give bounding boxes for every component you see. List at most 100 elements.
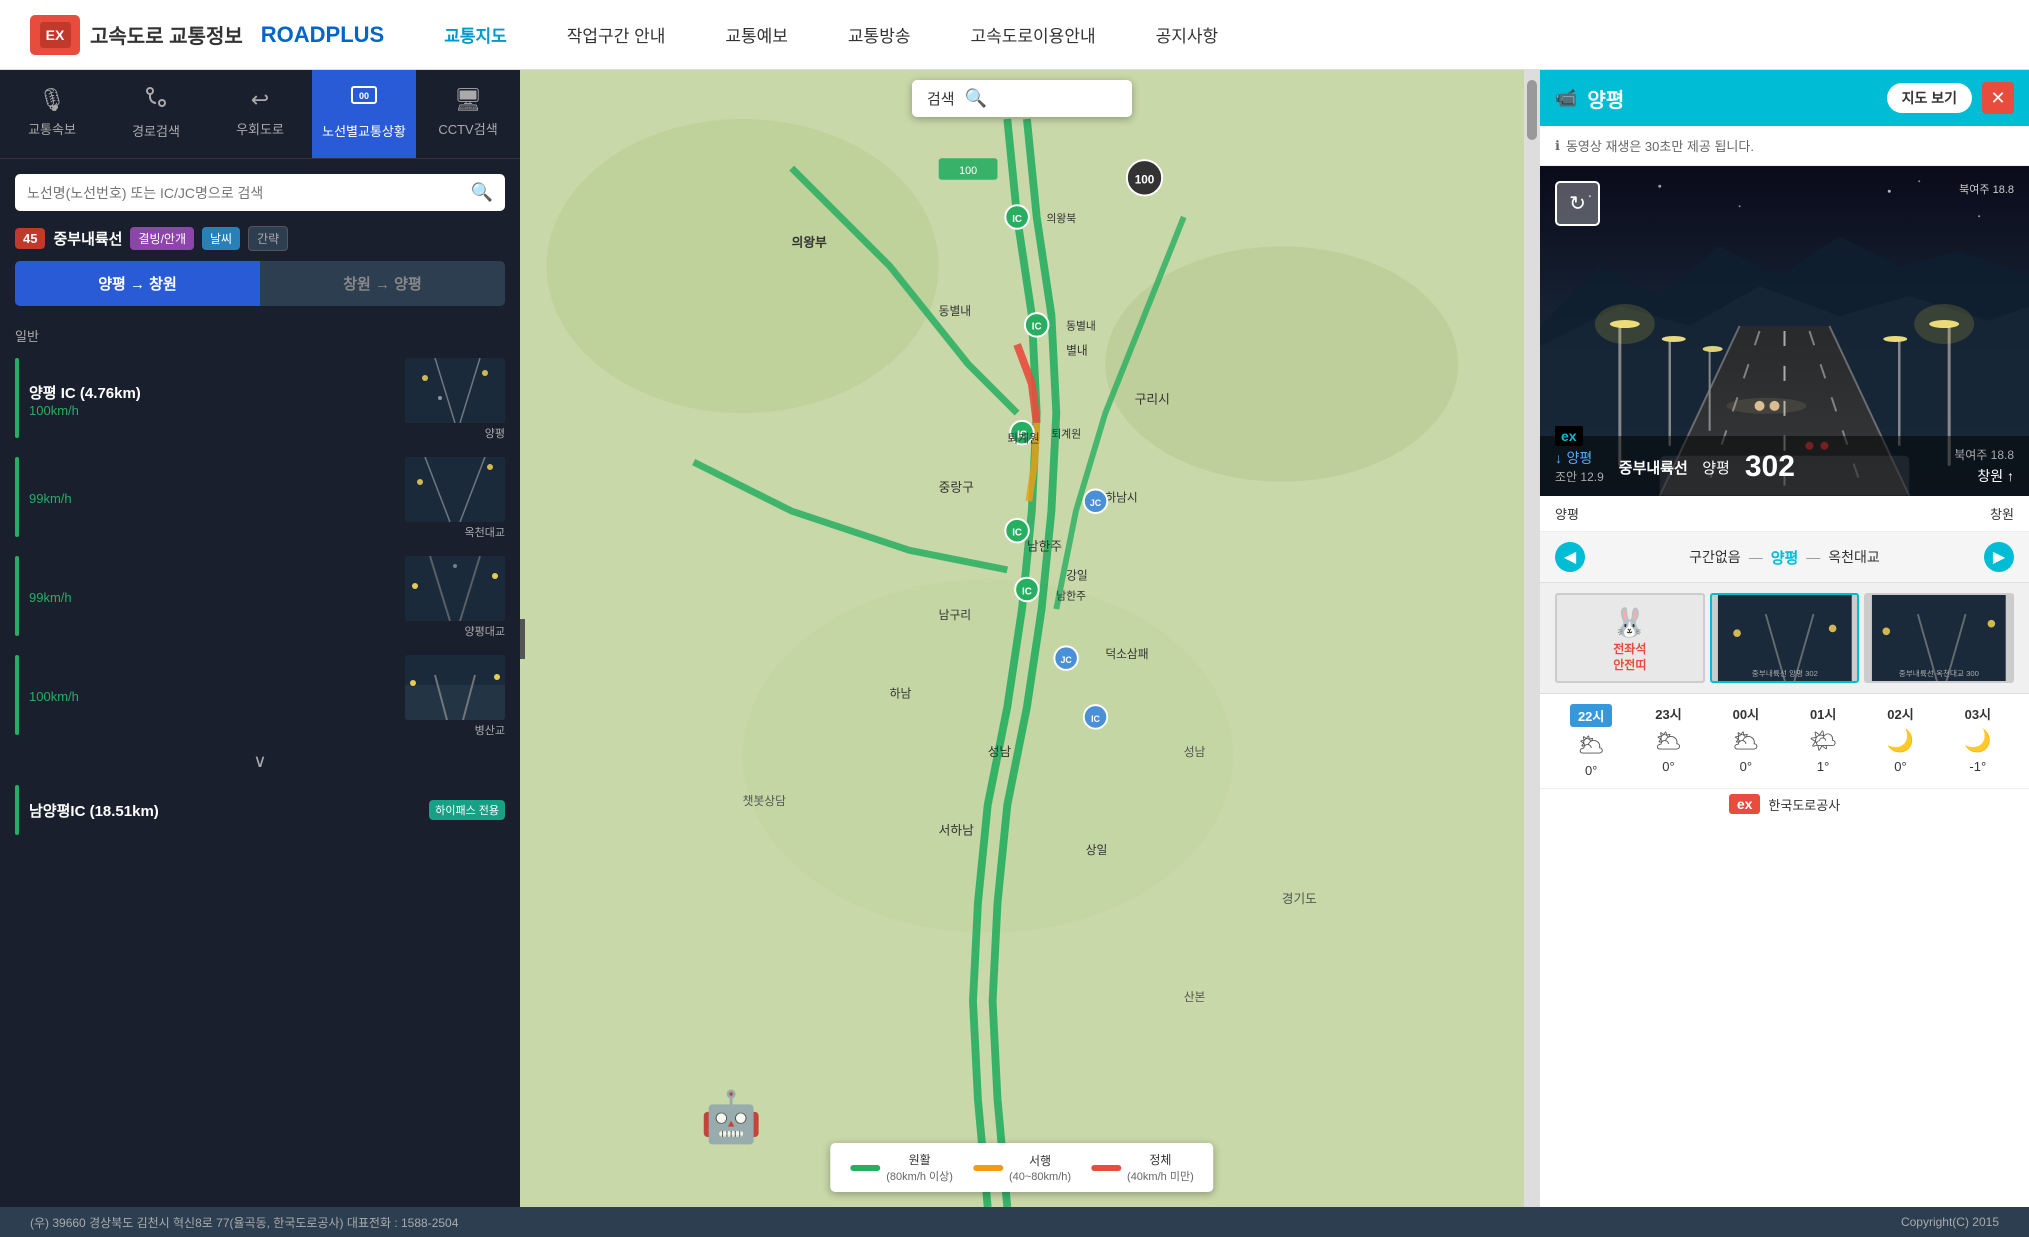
tab-cctv-label: CCTV검색 [438,119,497,138]
svg-text:서하남: 서하남 [939,823,974,838]
legend-congested: 정체(40km/h 미만) [1091,1151,1194,1184]
sidebar: 🎙 교통속보 경로검색 ↩ 우회도로 [0,70,520,1207]
svg-text:EX: EX [45,27,64,43]
video-background: ↻ 북여주 18.8 ↓ 양평 조안 12.9 [1540,166,2029,496]
tag-simple[interactable]: 간략 [248,226,288,251]
cctv-close-button[interactable]: ✕ [1982,82,2014,114]
map-search-button[interactable]: 🔍 [965,88,987,109]
tab-route-search[interactable]: 경로검색 [104,70,208,158]
direction-left: 양평 [1555,504,1579,523]
video-location-name: 양평 [1702,460,1730,477]
nav-item-forecast[interactable]: 교통예보 [725,22,788,47]
tag-weather[interactable]: 날씨 [202,227,240,250]
speed-north-label: 북여주 18.8 [1959,184,2014,196]
tab-route-search-label: 경로검색 [132,121,180,140]
direction-buttons: 양평 → 창원 창원 → 양평 [15,261,505,306]
route-badge: 45 [15,228,45,249]
svg-text:챗봇상담: 챗봇상담 [743,794,786,808]
cctv-camera-icon: 📹 [1555,88,1577,109]
speed-bar [15,655,19,735]
route-thumbnail[interactable] [405,556,505,621]
nav-item-traffic-map[interactable]: 교통지도 [444,22,507,47]
video-refresh-button[interactable]: ↻ [1555,181,1600,226]
nav-item-broadcast[interactable]: 교통방송 [848,22,911,47]
svg-text:의왕북: 의왕북 [1047,213,1077,225]
thumb-strip: 🐰 전좌석안전띠 중부내륙선 양평 302 [1540,583,2029,694]
svg-text:100: 100 [959,165,977,177]
thumb-label: 양평대교 [465,623,505,639]
ic-name: 남양평IC (18.51km) [29,800,419,821]
header: EX 고속도로 교통정보 ROADPLUS 교통지도 작업구간 안내 교통예보 … [0,0,2029,70]
sidebar-tabs: 🎙 교통속보 경로검색 ↩ 우회도로 [0,70,520,159]
svg-text:중랑구: 중랑구 [939,479,974,494]
svg-text:강일: 강일 [1066,569,1088,583]
thumb-label: 양평 [485,425,505,441]
tab-route-status[interactable]: 00 노선별교통상황 [312,70,416,158]
list-item: 남양평IC (18.51km) 하이패스 전용 [15,777,505,843]
microphone-icon: 🎙 [38,87,66,113]
nav-item-guide[interactable]: 고속도로이용안내 [970,22,1095,47]
footer: (우) 39660 경상북도 김천시 혁신8로 77(율곡동, 한국도로공사) … [0,1207,2029,1237]
thumb-road1: 중부내륙선 양평 302 [1712,595,1858,681]
svg-text:별내: 별내 [1066,344,1088,357]
svg-text:IC: IC [1091,714,1100,724]
route-thumbnail[interactable] [405,457,505,522]
svg-text:경기도: 경기도 [1282,891,1317,906]
route-thumbnail[interactable] [405,358,505,423]
speed: 100km/h [29,689,395,704]
legend-label-smooth: 원활(80km/h 이상) [886,1151,953,1184]
monitor-icon: 🖥 [454,87,482,113]
svg-text:하남시: 하남시 [1105,490,1137,504]
dir-btn-changwon-to-yangpyeong[interactable]: 창원 → 양평 [260,261,505,306]
main-scrollbar[interactable] [1524,70,1539,1207]
cctv-video: ↻ 북여주 18.8 ↓ 양평 조안 12.9 [1540,166,2029,496]
svg-text:동별내: 동별내 [939,305,971,318]
legend-label-congested: 정체(40km/h 미만) [1127,1151,1194,1184]
weather-time-01: 01시 [1810,704,1836,723]
map-area[interactable]: IC 의왕북 IC 동별내 IC 퇴계원 IC IC 남한주 의왕부 동별내 별… [520,70,1524,1207]
thumb-card-road1[interactable]: 중부내륙선 양평 302 [1710,593,1860,683]
collapse-arrow[interactable]: ‹ [520,619,525,659]
nav-item-notice[interactable]: 공지사항 [1156,22,1219,47]
thumb-card-mascot[interactable]: 🐰 전좌석안전띠 [1555,593,1705,683]
scroll-indicator: ∨ [15,746,505,777]
cctv-panel: 📹 양평 지도 보기 ✕ ℹ 동영상 재생은 30초만 제공 됩니다. [1539,70,2029,1207]
nav-item-work[interactable]: 작업구간 안내 [567,22,666,47]
legend-color-congested [1091,1165,1121,1171]
search-input[interactable] [27,185,463,201]
thumb-label: 병산교 [475,722,505,738]
svg-text:중부내륙선 양평 302: 중부내륙선 양평 302 [1751,668,1817,678]
weather-icon-23: 🌥 [1655,728,1683,754]
weather-temp-00: 0° [1740,759,1752,774]
direction-right: 창원 [1990,504,2014,523]
nav-next-button[interactable]: ▶ [1984,542,2014,572]
thumb-card-road2[interactable]: 중부내륙선 옥천대교 300 [1864,593,2014,683]
weather-icon-00: 🌥 [1732,728,1760,754]
weather-item-23: 23시 🌥 0° [1632,704,1704,778]
video-right-info: 북여주 18.8 창원 ↑ [1954,446,2014,486]
tab-cctv[interactable]: 🖥 CCTV검색 [416,70,520,158]
thumb-area: 양평 [405,358,505,441]
thumb-label: 옥천대교 [465,524,505,540]
nav-prev-button[interactable]: ◀ [1555,542,1585,572]
cctv-map-button[interactable]: 지도 보기 [1887,83,1972,113]
search-button[interactable]: 🔍 [471,182,493,203]
cctv-header: 📹 양평 지도 보기 ✕ [1540,70,2029,126]
dir-btn-yangpyeong-to-changwon[interactable]: 양평 → 창원 [15,261,260,306]
tab-detour[interactable]: ↩ 우회도로 [208,70,312,158]
ex-logo-text: ex [1555,426,1583,446]
detour-icon: ↩ [251,87,269,113]
speed-bar [15,556,19,636]
legend-slow: 서행(40~80km/h) [973,1152,1071,1183]
video-km-info: 302 [1745,450,1795,484]
info-icon: ℹ [1555,138,1560,154]
weather-item-00: 00시 🌥 0° [1710,704,1782,778]
list-item: 100km/h [15,647,505,746]
svg-text:남구리: 남구리 [939,609,971,622]
scrollbar-thumb[interactable] [1527,80,1537,140]
tag-ice-fog[interactable]: 결빙/안개 [130,227,194,250]
tab-detour-label: 우회도로 [236,119,284,138]
route-thumbnail[interactable] [405,655,505,720]
svg-text:IC: IC [1022,586,1032,597]
tab-traffic-news[interactable]: 🎙 교통속보 [0,70,104,158]
